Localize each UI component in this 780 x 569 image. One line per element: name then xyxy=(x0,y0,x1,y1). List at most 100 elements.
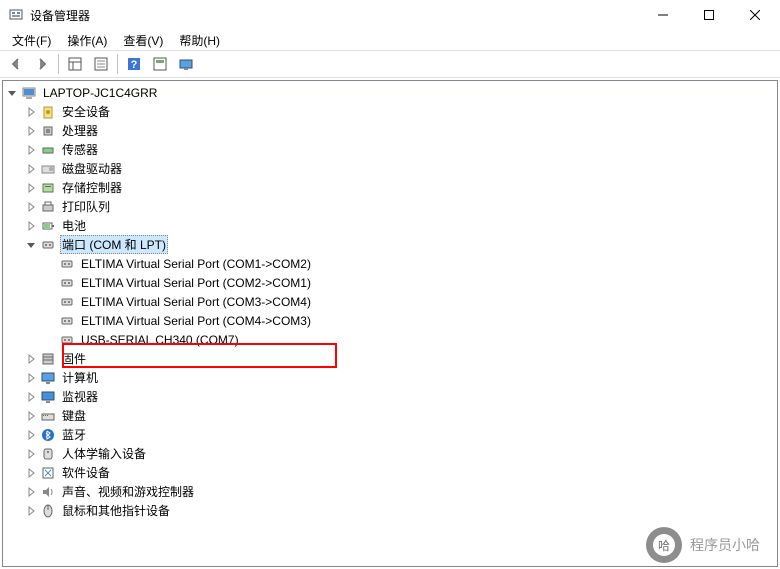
tree-node[interactable]: ELTIMA Virtual Serial Port (COM4->COM3) xyxy=(3,311,777,330)
tree-node[interactable]: 处理器 xyxy=(3,121,777,140)
tree-node[interactable]: 传感器 xyxy=(3,140,777,159)
tree-node[interactable]: 固件 xyxy=(3,349,777,368)
node-label: 处理器 xyxy=(60,121,100,140)
expander-icon[interactable] xyxy=(24,105,38,119)
back-button[interactable] xyxy=(4,53,28,75)
cpu-icon xyxy=(40,123,56,139)
expander-icon[interactable] xyxy=(43,276,57,290)
storage-icon xyxy=(40,180,56,196)
menu-file[interactable]: 文件(F) xyxy=(4,30,59,51)
sensor-icon xyxy=(40,142,56,158)
node-label: ELTIMA Virtual Serial Port (COM1->COM2) xyxy=(79,256,313,272)
node-label: 固件 xyxy=(60,349,88,368)
node-label: 计算机 xyxy=(60,368,100,387)
expander-icon[interactable] xyxy=(24,238,38,252)
toolbar: ? xyxy=(0,50,780,78)
titlebar: 设备管理器 xyxy=(0,0,780,30)
node-label: LAPTOP-JC1C4GRR xyxy=(41,85,159,101)
expander-icon[interactable] xyxy=(24,485,38,499)
node-label: 打印队列 xyxy=(60,197,112,216)
tree-node[interactable]: 声音、视频和游戏控制器 xyxy=(3,482,777,501)
printer-icon xyxy=(40,199,56,215)
tree-node[interactable]: 鼠标和其他指针设备 xyxy=(3,501,777,520)
maximize-button[interactable] xyxy=(686,0,732,30)
monitor-icon xyxy=(40,389,56,405)
expander-icon[interactable] xyxy=(24,371,38,385)
node-label: ELTIMA Virtual Serial Port (COM2->COM1) xyxy=(79,275,313,291)
expander-icon[interactable] xyxy=(43,314,57,328)
node-label: ELTIMA Virtual Serial Port (COM3->COM4) xyxy=(79,294,313,310)
tree-node[interactable]: 蓝牙 xyxy=(3,425,777,444)
expander-icon[interactable] xyxy=(24,162,38,176)
expander-icon[interactable] xyxy=(24,390,38,404)
show-hide-tree-button[interactable] xyxy=(63,53,87,75)
expander-icon[interactable] xyxy=(24,143,38,157)
watermark-avatar-icon: 哈 xyxy=(646,527,682,563)
expander-icon[interactable] xyxy=(24,200,38,214)
tree-node[interactable]: 存储控制器 xyxy=(3,178,777,197)
expander-icon[interactable] xyxy=(43,295,57,309)
properties-button[interactable] xyxy=(89,53,113,75)
window-title: 设备管理器 xyxy=(30,7,640,24)
audio-icon xyxy=(40,484,56,500)
menu-view[interactable]: 查看(V) xyxy=(115,30,171,51)
expander-icon[interactable] xyxy=(5,86,19,100)
expander-icon[interactable] xyxy=(24,447,38,461)
node-label: 磁盘驱动器 xyxy=(60,159,124,178)
menu-action[interactable]: 操作(A) xyxy=(59,30,115,51)
tree-node[interactable]: 人体学输入设备 xyxy=(3,444,777,463)
expander-icon[interactable] xyxy=(24,219,38,233)
tree-node[interactable]: 软件设备 xyxy=(3,463,777,482)
forward-button[interactable] xyxy=(30,53,54,75)
tree-node[interactable]: ELTIMA Virtual Serial Port (COM1->COM2) xyxy=(3,254,777,273)
tree-root[interactable]: LAPTOP-JC1C4GRR xyxy=(3,83,777,102)
tree-node[interactable]: 打印队列 xyxy=(3,197,777,216)
node-label: 蓝牙 xyxy=(60,425,88,444)
port-icon xyxy=(59,256,75,272)
security-icon xyxy=(40,104,56,120)
node-label: 声音、视频和游戏控制器 xyxy=(60,482,196,501)
tree-node[interactable]: 磁盘驱动器 xyxy=(3,159,777,178)
tree-node[interactable]: ELTIMA Virtual Serial Port (COM3->COM4) xyxy=(3,292,777,311)
menubar: 文件(F) 操作(A) 查看(V) 帮助(H) xyxy=(0,30,780,50)
node-label: 键盘 xyxy=(60,406,88,425)
keyboard-icon xyxy=(40,408,56,424)
close-button[interactable] xyxy=(732,0,778,30)
expander-icon[interactable] xyxy=(24,409,38,423)
expander-icon[interactable] xyxy=(24,124,38,138)
tree-node[interactable]: 键盘 xyxy=(3,406,777,425)
port-icon xyxy=(59,294,75,310)
expander-icon[interactable] xyxy=(24,352,38,366)
tree-node[interactable]: 电池 xyxy=(3,216,777,235)
tree-node[interactable]: 监视器 xyxy=(3,387,777,406)
battery-icon xyxy=(40,218,56,234)
minimize-button[interactable] xyxy=(640,0,686,30)
expander-icon[interactable] xyxy=(24,181,38,195)
tree-node[interactable]: ELTIMA Virtual Serial Port (COM2->COM1) xyxy=(3,273,777,292)
pc-icon xyxy=(40,370,56,386)
tree-node[interactable]: 端口 (COM 和 LPT) xyxy=(3,235,777,254)
mouse-icon xyxy=(40,503,56,519)
hid-icon xyxy=(40,446,56,462)
expander-icon[interactable] xyxy=(24,428,38,442)
menu-help[interactable]: 帮助(H) xyxy=(171,30,228,51)
tree-node[interactable]: 计算机 xyxy=(3,368,777,387)
help-button[interactable]: ? xyxy=(122,53,146,75)
tree-view[interactable]: LAPTOP-JC1C4GRR安全设备处理器传感器磁盘驱动器存储控制器打印队列电… xyxy=(2,80,778,567)
scan-button[interactable] xyxy=(148,53,172,75)
node-label: 软件设备 xyxy=(60,463,112,482)
node-label: 端口 (COM 和 LPT) xyxy=(60,235,168,254)
port-icon xyxy=(59,275,75,291)
node-label: 鼠标和其他指针设备 xyxy=(60,501,172,520)
expander-icon[interactable] xyxy=(24,504,38,518)
disk-icon xyxy=(40,161,56,177)
devices-button[interactable] xyxy=(174,53,198,75)
expander-icon[interactable] xyxy=(24,466,38,480)
tree-node[interactable]: USB-SERIAL CH340 (COM7) xyxy=(3,330,777,349)
watermark-text: 程序员小哈 xyxy=(690,535,760,555)
expander-icon[interactable] xyxy=(43,257,57,271)
tree-node[interactable]: 安全设备 xyxy=(3,102,777,121)
software-icon xyxy=(40,465,56,481)
port-icon xyxy=(59,332,75,348)
expander-icon[interactable] xyxy=(43,333,57,347)
